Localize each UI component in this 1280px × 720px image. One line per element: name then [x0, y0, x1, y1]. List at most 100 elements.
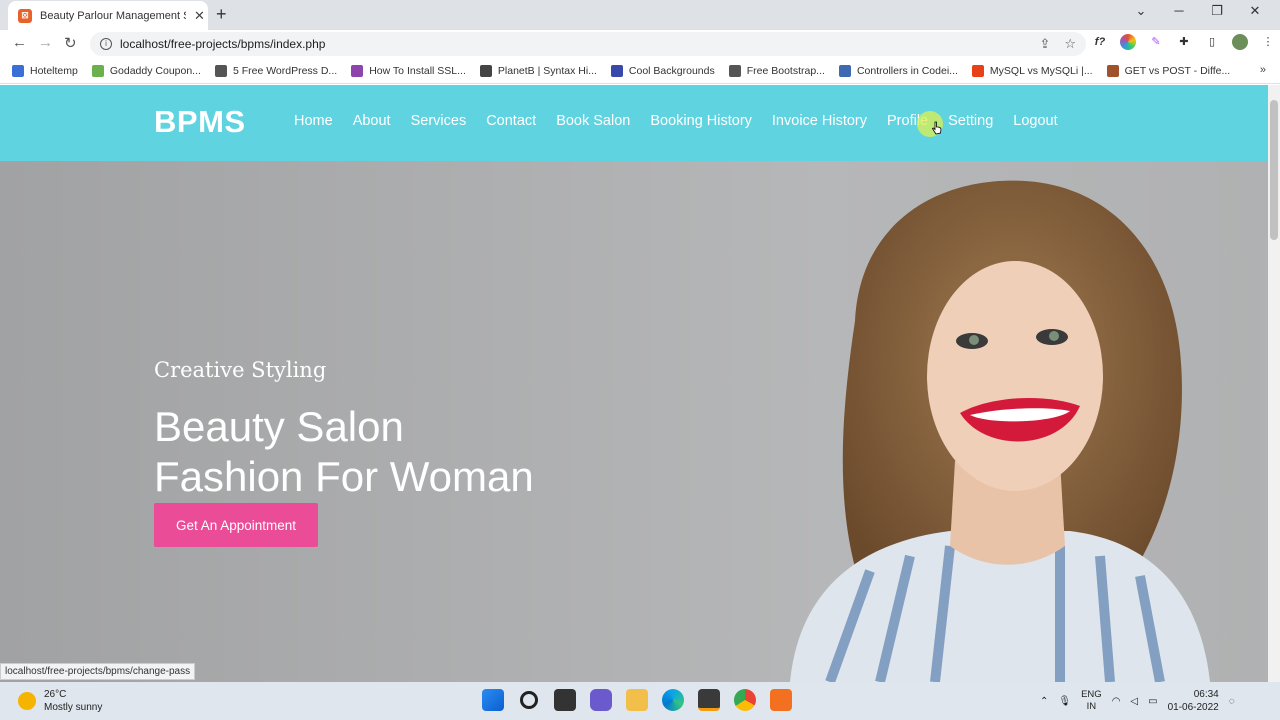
bookmark-favicon-icon — [351, 64, 364, 77]
bookmark-label: Free Bootstrap... — [746, 64, 825, 77]
browser-toolbar: ← → ↻ i localhost/free-projects/bpms/ind… — [0, 30, 1280, 58]
back-icon[interactable]: ← — [12, 34, 27, 51]
nav-logout[interactable]: Logout — [1013, 113, 1057, 129]
bookmark-item[interactable]: Cool Backgrounds — [610, 64, 715, 77]
nav-setting[interactable]: Setting — [948, 113, 993, 129]
lang-code: ENG — [1081, 689, 1102, 700]
xampp-taskbar-icon[interactable] — [770, 689, 792, 711]
font-extension-icon[interactable]: f? — [1092, 34, 1108, 50]
task-view-icon[interactable] — [554, 689, 576, 711]
site-info-icon[interactable]: i — [100, 38, 112, 50]
url-text: localhost/free-projects/bpms/index.php — [120, 37, 326, 51]
bookmark-label: PlanetB | Syntax Hi... — [497, 64, 597, 77]
bookmark-favicon-icon — [838, 64, 851, 77]
forward-icon[interactable]: → — [38, 34, 53, 51]
nav-home[interactable]: Home — [294, 113, 333, 129]
close-window-icon[interactable]: ✕ — [1236, 3, 1274, 19]
clock[interactable]: 06:34 01-06-2022 — [1168, 688, 1219, 714]
extensions-puzzle-icon[interactable]: ✚ — [1176, 34, 1192, 50]
color-picker-icon[interactable] — [1120, 34, 1136, 50]
hero-woman-image — [790, 180, 1210, 682]
bookmark-favicon-icon — [479, 64, 492, 77]
bookmark-item[interactable]: Controllers in Codei... — [838, 64, 958, 77]
share-icon[interactable]: ⇪ — [1039, 36, 1050, 52]
edge-icon[interactable] — [662, 689, 684, 711]
bookmark-item[interactable]: GET vs POST - Diffe... — [1106, 64, 1230, 77]
bookmark-item[interactable]: PlanetB | Syntax Hi... — [479, 64, 597, 77]
weather-widget[interactable]: 26°C Mostly sunny — [18, 688, 102, 714]
restore-icon[interactable]: ❐ — [1198, 3, 1236, 19]
bookmark-favicon-icon — [610, 64, 623, 77]
search-icon[interactable] — [520, 691, 538, 709]
bookmarks-bar: Hoteltemp Godaddy Coupon... 5 Free WordPre… — [0, 58, 1280, 84]
volume-icon[interactable]: ◁ — [1130, 696, 1138, 707]
bookmark-item[interactable]: Free Bootstrap... — [728, 64, 825, 77]
tab-title: Beauty Parlour Management Syste — [40, 9, 186, 22]
menu-dots-icon[interactable]: ⋮ — [1260, 34, 1276, 50]
hero-subtitle: Creative Styling — [154, 358, 327, 382]
minimize-icon[interactable]: ─ — [1160, 3, 1198, 19]
status-bar-url: localhost/free-projects/bpms/change-pass — [0, 663, 196, 680]
browser-tab-bar: ⊠ Beauty Parlour Management Syste ✕ + ⌄ … — [0, 0, 1280, 30]
bookmark-item[interactable]: MySQL vs MySQLi |... — [971, 64, 1093, 77]
bookmark-item[interactable]: Hoteltemp — [12, 64, 78, 77]
site-header: BPMS Home About Services Contact Book Sa… — [0, 85, 1268, 161]
bookmark-star-icon[interactable]: ☆ — [1064, 36, 1076, 52]
nav-services[interactable]: Services — [411, 113, 467, 129]
sun-icon — [18, 692, 36, 710]
temperature: 26°C — [44, 689, 67, 700]
sublime-text-icon[interactable] — [698, 689, 720, 711]
nav-booking-history[interactable]: Booking History — [650, 113, 752, 129]
hand-cursor-icon — [932, 121, 942, 135]
nav-contact[interactable]: Contact — [486, 113, 536, 129]
reload-icon[interactable]: ↻ — [64, 34, 77, 52]
more-bookmarks-icon[interactable]: » — [1260, 64, 1266, 76]
taskbar-apps — [482, 689, 792, 711]
bookmark-favicon-icon — [214, 64, 227, 77]
bookmark-favicon-icon — [12, 64, 24, 77]
windows-start-icon[interactable] — [482, 689, 504, 711]
get-appointment-button[interactable]: Get An Appointment — [154, 503, 318, 547]
profile-avatar[interactable] — [1232, 34, 1248, 50]
nav-book-salon[interactable]: Book Salon — [556, 113, 630, 129]
bookmark-label: How To Install SSL... — [369, 64, 466, 77]
microphone-icon[interactable]: 🎙 — [1058, 696, 1071, 707]
battery-icon[interactable]: ▭ — [1148, 696, 1157, 707]
extension-icons: f? ✎ ✚ ▯ ⋮ — [1092, 34, 1276, 50]
browser-tab[interactable]: ⊠ Beauty Parlour Management Syste ✕ — [8, 1, 208, 30]
bookmark-label: Cool Backgrounds — [628, 64, 715, 77]
bookmark-favicon-icon — [91, 64, 104, 77]
time: 06:34 — [1193, 689, 1219, 700]
new-tab-icon[interactable]: + — [216, 4, 227, 25]
nav-invoice-history[interactable]: Invoice History — [772, 113, 867, 129]
wifi-icon[interactable]: ◠ — [1112, 696, 1121, 707]
teams-chat-icon[interactable] — [590, 689, 612, 711]
pen-extension-icon[interactable]: ✎ — [1148, 34, 1164, 50]
xampp-icon: ⊠ — [18, 8, 32, 23]
scrollbar-thumb[interactable] — [1270, 100, 1278, 240]
hero-title-line1: Beauty Salon — [154, 403, 404, 450]
bookmark-favicon-icon — [971, 64, 984, 77]
side-panel-icon[interactable]: ▯ — [1204, 34, 1220, 50]
site-logo[interactable]: BPMS — [154, 104, 246, 140]
notifications-icon[interactable]: ◌ — [1229, 696, 1235, 707]
bookmark-item[interactable]: 5 Free WordPress D... — [214, 64, 337, 77]
hero-title-line2: Fashion For Woman — [154, 453, 534, 500]
nav-about[interactable]: About — [353, 113, 391, 129]
close-tab-icon[interactable]: ✕ — [194, 8, 205, 24]
hero-title: Beauty Salon Fashion For Woman — [154, 402, 534, 502]
bookmark-label: Godaddy Coupon... — [109, 64, 201, 77]
lang-region: IN — [1086, 701, 1097, 712]
main-nav: Home About Services Contact Book Salon B… — [294, 113, 1078, 129]
chrome-icon[interactable] — [734, 689, 756, 711]
show-hidden-icons-icon[interactable]: ⌃ — [1040, 696, 1048, 707]
bookmark-item[interactable]: Godaddy Coupon... — [91, 64, 201, 77]
bookmark-item[interactable]: How To Install SSL... — [351, 64, 466, 77]
tab-search-icon[interactable]: ⌄ — [1122, 3, 1160, 19]
language-indicator[interactable]: ENG IN — [1081, 689, 1102, 713]
bookmark-label: MySQL vs MySQLi |... — [989, 64, 1093, 77]
bookmark-label: Hoteltemp — [30, 64, 78, 77]
file-explorer-icon[interactable] — [626, 689, 648, 711]
address-bar[interactable]: i localhost/free-projects/bpms/index.php… — [90, 32, 1086, 56]
system-tray: ⌃ 🎙 ENG IN ◠ ◁ ▭ 06:34 01-06-2022 ◌ — [1040, 688, 1235, 714]
